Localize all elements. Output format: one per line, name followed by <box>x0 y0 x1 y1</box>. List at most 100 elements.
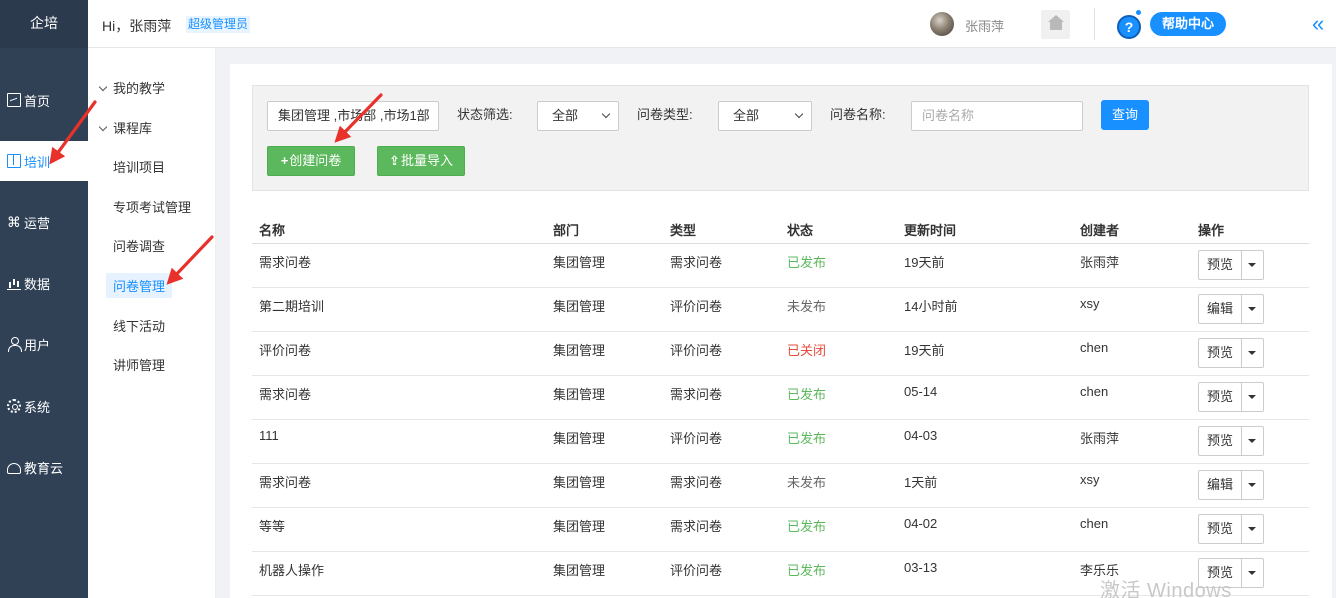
table-row: 第二期培训 集团管理 评价问卷 未发布 14小时前 xsy 编辑 <box>252 288 1309 332</box>
nav-item-edu-cloud[interactable]: 教育云 <box>0 447 88 487</box>
submenu-item-offline-activities[interactable]: 线下活动 <box>106 313 172 338</box>
row-action-split-button[interactable]: 预览 <box>1198 426 1264 456</box>
help-center-button[interactable]: 帮助中心 <box>1150 12 1226 36</box>
cell-creator: chen <box>1080 516 1109 531</box>
top-username[interactable]: 张雨萍 <box>965 16 1004 35</box>
nav-item-label: 数据 <box>24 276 51 292</box>
nav-item-training[interactable]: 培训 <box>0 141 88 181</box>
cell-department: 集团管理 <box>553 475 606 490</box>
submenu-item-exam-management[interactable]: 专项考试管理 <box>106 194 198 219</box>
batch-import-label: 批量导入 <box>400 153 453 168</box>
cell-status: 已发布 <box>787 387 827 402</box>
nav-item-home[interactable]: 首页 <box>0 80 88 120</box>
submenu-group-course-library[interactable]: 课程库 <box>98 118 153 137</box>
caret-down-icon[interactable] <box>1248 307 1256 311</box>
questionnaire-table: 名称 部门 类型 状态 更新时间 创建者 操作 需求问卷 集团管理 需求问卷 已发布 1… <box>252 212 1309 596</box>
table-row: 评价问卷 集团管理 评价问卷 已关闭 19天前 chen 预览 <box>252 332 1309 376</box>
caret-down-icon[interactable] <box>1248 263 1256 267</box>
submenu-item-lecturer-management[interactable]: 讲师管理 <box>106 352 172 377</box>
row-action-split-button[interactable]: 预览 <box>1198 338 1264 368</box>
submenu-item-survey[interactable]: 问卷调查 <box>106 233 172 258</box>
cell-name: 111 <box>259 428 279 443</box>
department-select-input[interactable]: 集团管理 ,市场部 ,市场1部 <box>267 101 439 131</box>
nav-item-label: 用户 <box>24 337 51 353</box>
row-action-split-button[interactable]: 编辑 <box>1198 470 1264 500</box>
cell-type: 评价问卷 <box>670 343 723 358</box>
row-action-button[interactable]: 预览 <box>1199 515 1242 543</box>
type-filter-label: 问卷类型: <box>637 107 693 122</box>
cell-status: 已发布 <box>787 431 827 446</box>
nav-item-operations[interactable]: ⌘ 运营 <box>0 202 88 242</box>
caret-down-icon[interactable] <box>1248 527 1256 531</box>
cell-type: 评价问卷 <box>670 563 723 578</box>
name-filter-label: 问卷名称: <box>830 107 886 122</box>
divider <box>1094 8 1095 40</box>
submenu-group-my-teaching[interactable]: 我的教学 <box>98 78 165 97</box>
avatar[interactable] <box>930 12 954 36</box>
row-action-split-button[interactable]: 预览 <box>1198 250 1264 280</box>
main-content: 集团管理 ,市场部 ,市场1部 状态筛选: 全部 问卷类型: 全部 问卷名称: … <box>230 64 1332 598</box>
cell-creator: 张雨萍 <box>1080 255 1120 270</box>
caret-down-icon[interactable] <box>1248 395 1256 399</box>
cell-name: 需求问卷 <box>259 387 312 402</box>
submenu-item-training-projects[interactable]: 培训项目 <box>106 154 172 179</box>
caret-down-icon[interactable] <box>1248 483 1256 487</box>
help-question-icon[interactable]: ? <box>1117 15 1141 39</box>
column-header-type: 类型 <box>670 223 697 238</box>
row-action-button[interactable]: 预览 <box>1199 339 1242 367</box>
status-filter-select[interactable]: 全部 <box>537 101 619 131</box>
home-icon[interactable] <box>1041 10 1070 39</box>
caret-down-icon[interactable] <box>1248 439 1256 443</box>
table-row: 需求问卷 集团管理 需求问卷 未发布 1天前 xsy 编辑 <box>252 464 1309 508</box>
row-action-split-button[interactable]: 编辑 <box>1198 294 1264 324</box>
name-search-placeholder: 问卷名称 <box>922 108 975 123</box>
filter-panel: 集团管理 ,市场部 ,市场1部 状态筛选: 全部 问卷类型: 全部 问卷名称: … <box>252 85 1309 191</box>
table-row: 需求问卷 集团管理 需求问卷 已发布 05-14 chen 预览 <box>252 376 1309 420</box>
cell-name: 需求问卷 <box>259 255 312 270</box>
query-button[interactable]: 查询 <box>1101 100 1149 130</box>
row-action-button[interactable]: 预览 <box>1199 251 1242 279</box>
collapse-menu-icon[interactable]: « <box>1312 13 1325 35</box>
cell-name: 需求问卷 <box>259 475 312 490</box>
submenu-item-questionnaire-management[interactable]: 问卷管理 <box>106 273 173 298</box>
status-filter-label: 状态筛选: <box>457 107 513 122</box>
cell-department: 集团管理 <box>553 343 606 358</box>
table-row: 需求问卷 集团管理 需求问卷 已发布 19天前 张雨萍 预览 <box>252 244 1309 288</box>
row-action-split-button[interactable]: 预览 <box>1198 382 1264 412</box>
column-header-actions: 操作 <box>1198 223 1225 238</box>
nav-item-label: 运营 <box>24 215 51 231</box>
top-bar: Hi，张雨萍 超级管理员 张雨萍 ? 帮助中心 « <box>88 0 1336 48</box>
cell-status: 未发布 <box>787 299 827 314</box>
nav-item-data[interactable]: 数据 <box>0 263 88 303</box>
nav-item-system[interactable]: 系统 <box>0 386 88 426</box>
row-action-button[interactable]: 预览 <box>1199 383 1242 411</box>
table-row: 等等 集团管理 需求问卷 已发布 04-02 chen 预览 <box>252 508 1309 552</box>
status-filter-value: 全部 <box>552 108 579 123</box>
caret-down-icon[interactable] <box>1248 571 1256 575</box>
batch-import-button[interactable]: ⇪批量导入 <box>377 146 465 176</box>
cell-updated: 03-13 <box>904 560 938 575</box>
row-action-split-button[interactable]: 预览 <box>1198 514 1264 544</box>
dashboard-icon <box>7 93 21 107</box>
create-questionnaire-button[interactable]: +创建问卷 <box>267 146 355 176</box>
column-header-updated: 更新时间 <box>904 223 957 238</box>
row-action-button[interactable]: 编辑 <box>1199 471 1242 499</box>
cell-name: 等等 <box>259 519 286 534</box>
greeting-text: Hi，张雨萍 <box>102 18 172 34</box>
chart-bars-icon <box>7 276 21 290</box>
caret-down-icon[interactable] <box>1248 351 1256 355</box>
cell-type: 需求问卷 <box>670 475 723 490</box>
nav-item-label: 首页 <box>24 93 51 109</box>
type-filter-select[interactable]: 全部 <box>718 101 812 131</box>
chevron-down-icon <box>601 109 611 119</box>
table-row: 111 集团管理 评价问卷 已发布 04-03 张雨萍 预览 <box>252 420 1309 464</box>
column-header-name: 名称 <box>259 223 286 238</box>
row-action-button[interactable]: 编辑 <box>1199 295 1242 323</box>
cell-status: 已关闭 <box>787 343 827 358</box>
nav-item-label: 系统 <box>24 399 51 415</box>
chevron-down-icon <box>98 82 108 92</box>
name-search-input[interactable]: 问卷名称 <box>911 101 1083 131</box>
submenu-group-label: 课程库 <box>113 121 153 136</box>
nav-item-users[interactable]: 用户 <box>0 324 88 364</box>
row-action-button[interactable]: 预览 <box>1199 427 1242 455</box>
